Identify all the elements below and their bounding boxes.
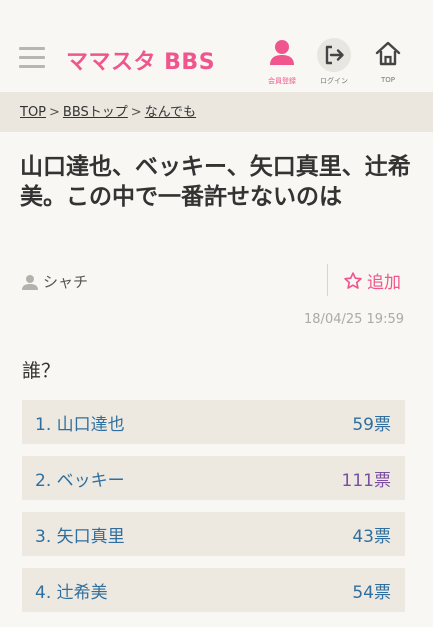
poll-choice[interactable]: 1. 山口達也 59票 [22, 400, 405, 444]
poll-choice[interactable]: 3. 矢口真里 43票 [22, 512, 405, 556]
breadcrumb-separator: > [130, 105, 142, 120]
post-date: 18/04/25 19:59 [304, 312, 404, 327]
author-name: シャチ [43, 273, 89, 291]
site-logo[interactable]: ママスタ BBS [66, 44, 215, 76]
poll-choice-label: 1. 山口達也 [35, 414, 125, 435]
login-arrow-icon [325, 45, 344, 65]
site-header: ママスタ BBS 会員登録 ログイン TOP [0, 0, 433, 90]
register-label: 会員登録 [268, 77, 296, 85]
poll-choice-label: 2. ベッキー [35, 470, 125, 491]
top-button[interactable]: TOP [366, 38, 410, 86]
login-button[interactable]: ログイン [312, 38, 356, 86]
poll-choice-votes: 43票 [352, 526, 391, 547]
poll-choice-votes: 54票 [352, 582, 391, 603]
poll-choice[interactable]: 4. 辻希美 54票 [22, 568, 405, 612]
breadcrumb-separator: > [49, 105, 60, 120]
breadcrumb-top[interactable]: TOP [20, 105, 46, 120]
hamburger-menu-icon[interactable] [19, 47, 45, 69]
top-label: TOP [380, 76, 395, 84]
breadcrumb: TOP > BBSトップ > なんでも [0, 92, 433, 132]
home-icon [375, 41, 401, 66]
thread-question: 誰？ [22, 360, 61, 382]
breadcrumb-category[interactable]: なんでも [145, 105, 196, 120]
poll-choice-label: 3. 矢口真里 [35, 526, 125, 547]
login-label: ログイン [320, 77, 348, 85]
user-icon [22, 274, 38, 290]
register-button[interactable]: 会員登録 [260, 38, 304, 86]
breadcrumb-bbs-top[interactable]: BBSトップ [63, 105, 128, 120]
poll-choice-votes: 111票 [341, 470, 391, 491]
poll-choice[interactable]: 2. ベッキー 111票 [22, 456, 405, 500]
thread-author: シャチ [22, 271, 88, 292]
favorite-add-button[interactable]: 追加 [343, 268, 401, 293]
thread-title: 山口達也、ベッキー、矢口真里、辻希美。この中で一番許せないのは [20, 154, 411, 210]
user-icon [270, 40, 294, 65]
divider [327, 264, 328, 296]
poll-choice-label: 4. 辻希美 [35, 582, 108, 603]
favorite-add-label: 追加 [367, 273, 401, 293]
poll-choice-votes: 59票 [352, 414, 391, 435]
star-outline-icon [344, 271, 362, 289]
